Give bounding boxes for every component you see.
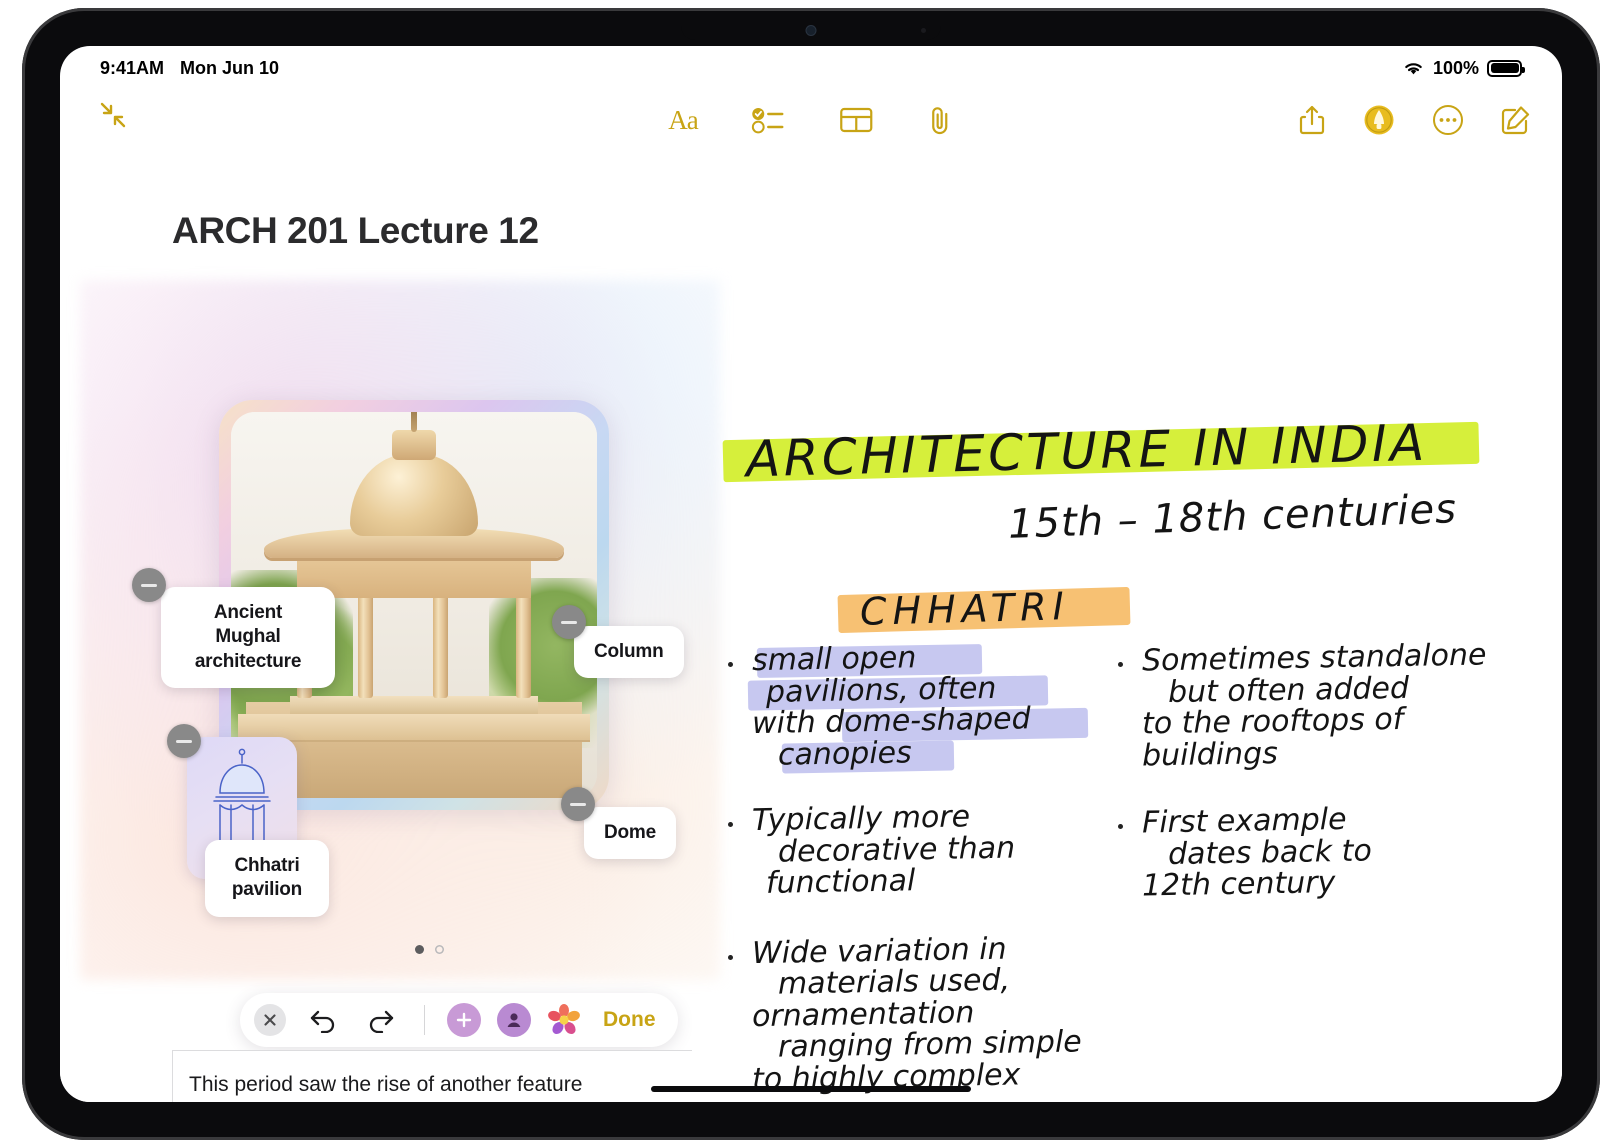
bullet-dot <box>728 662 733 667</box>
handwritten-bullets-left: small open pavilions, often with dome-sh… <box>728 640 1112 1102</box>
handwritten-subheading: 15th – 18th centuries <box>1007 486 1458 548</box>
handwritten-heading: ARCHITECTURE IN INDIA <box>745 413 1429 489</box>
plus-circle-icon[interactable] <box>447 1003 481 1037</box>
body-line-1: This period saw the rise of another feat… <box>189 1073 583 1096</box>
image-label-mughal[interactable]: Ancient Mughal architecture <box>161 587 335 688</box>
flower-sticker-icon[interactable] <box>547 1003 581 1037</box>
bullet-item: small open pavilions, often with dome-sh… <box>728 640 1112 774</box>
remove-label-column-button[interactable] <box>552 605 586 639</box>
sensor-icon <box>921 28 926 33</box>
battery-full-icon <box>1487 59 1525 77</box>
checklist-icon[interactable] <box>752 106 786 134</box>
compose-icon[interactable] <box>1500 104 1532 136</box>
close-x-icon[interactable] <box>254 1004 286 1036</box>
tablet-device-frame: 9:41AM Mon Jun 10 100% Aa ARCH 201 Lectu… <box>22 8 1600 1140</box>
page-dot-active[interactable] <box>415 945 424 954</box>
screen: 9:41AM Mon Jun 10 100% Aa ARCH 201 Lectu… <box>60 46 1562 1102</box>
image-label-chhatri-pavilion[interactable]: Chhatri pavilion <box>205 840 329 917</box>
bullet-item: Sometimes standalone but often added to … <box>1118 637 1542 773</box>
more-ellipsis-icon[interactable] <box>1432 104 1464 136</box>
note-body-text[interactable]: This period saw the rise of another feat… <box>172 1050 692 1102</box>
remove-label-chhatri-button[interactable] <box>167 724 201 758</box>
bullet-line: buildings <box>1141 735 1279 773</box>
status-bar: 9:41AM Mon Jun 10 100% <box>60 46 1562 90</box>
status-time: 9:41AM <box>100 57 165 78</box>
image-label-column[interactable]: Column <box>574 626 684 679</box>
page-dot-inactive[interactable] <box>435 945 444 954</box>
person-circle-icon[interactable] <box>497 1003 531 1037</box>
image-label-dome[interactable]: Dome <box>584 807 676 860</box>
status-date: Mon Jun 10 <box>180 57 280 78</box>
handwritten-bullets-right: Sometimes standalone but often added to … <box>1118 637 1542 917</box>
handwritten-section-title: CHHATRI <box>859 584 1071 634</box>
bullet-dot <box>1118 824 1123 829</box>
format-text-label: Aa <box>668 104 699 135</box>
battery-percent-label: 100% <box>1432 57 1479 78</box>
remove-label-mughal-button[interactable] <box>132 568 166 602</box>
paperclip-icon[interactable] <box>928 105 954 135</box>
home-indicator[interactable] <box>651 1086 971 1092</box>
bullet-item: Wide variation in materials used, orname… <box>728 931 1112 1097</box>
table-icon[interactable] <box>840 106 874 134</box>
page-title: ARCH 201 Lecture 12 <box>172 210 539 251</box>
collapse-arrows-icon[interactable] <box>98 100 128 130</box>
done-button[interactable]: Done <box>603 1008 656 1032</box>
bullet-line: 12th century <box>1141 865 1336 904</box>
markup-pen-icon[interactable] <box>1362 103 1396 137</box>
bullet-item: First example dates back to 12th century <box>1118 802 1542 904</box>
screenshot-root: 9:41AM Mon Jun 10 100% Aa ARCH 201 Lectu… <box>0 0 1622 1148</box>
front-camera-icon <box>806 26 816 35</box>
bullet-dot <box>728 954 733 960</box>
page-dots[interactable] <box>415 945 444 954</box>
redo-arrow-icon[interactable] <box>366 1007 396 1033</box>
remove-label-dome-button[interactable] <box>561 787 595 821</box>
bullet-dot <box>728 822 733 827</box>
bullet-line: functional <box>765 863 916 901</box>
wifi-icon <box>1402 60 1425 77</box>
share-icon[interactable] <box>1298 104 1326 136</box>
format-text-button[interactable]: Aa <box>668 104 699 136</box>
toolbar-divider <box>424 1005 425 1035</box>
bullet-dot <box>1118 662 1123 667</box>
note-canvas: ARCH 201 Lecture 12 Ancient Mughal archi… <box>60 150 1562 1102</box>
undo-arrow-icon[interactable] <box>308 1007 338 1033</box>
bullet-item: Typically more decorative than functiona… <box>728 799 1112 901</box>
app-toolbar: Aa <box>60 90 1562 150</box>
image-edit-toolbar: Done <box>240 993 678 1047</box>
bullet-line: canopies <box>777 734 913 773</box>
